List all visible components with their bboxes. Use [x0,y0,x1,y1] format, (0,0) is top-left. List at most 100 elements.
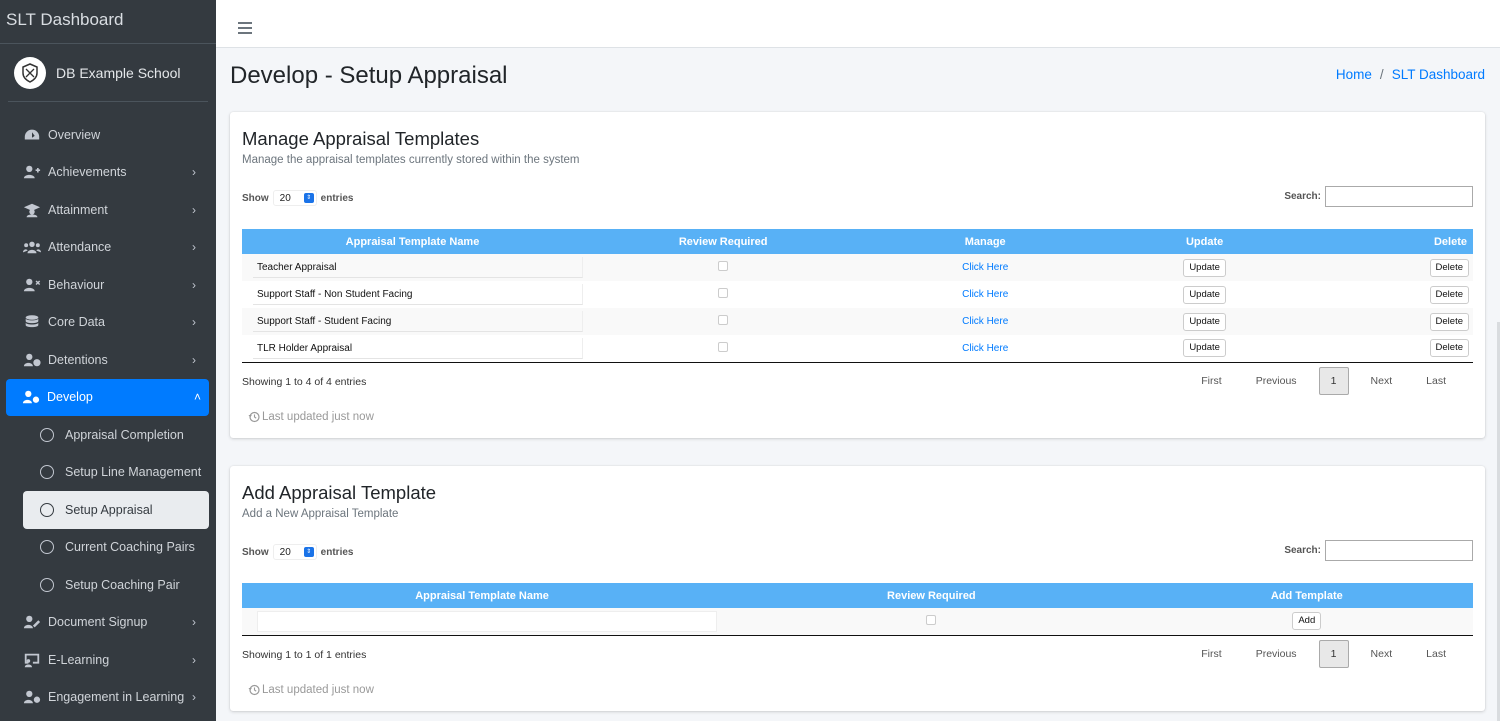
breadcrumb-slt-dashboard-link[interactable]: SLT Dashboard [1392,67,1485,82]
manage-link[interactable]: Click Here [962,343,1008,354]
column-header[interactable]: Review Required [722,583,1141,608]
pager-previous[interactable]: Previous [1239,648,1314,660]
review-required-checkbox[interactable] [718,341,729,352]
add-button[interactable]: Add [1292,612,1322,631]
brand-title[interactable]: SLT Dashboard [0,0,216,44]
circle-icon [40,465,54,480]
review-required-checkbox[interactable] [926,614,937,625]
column-header[interactable]: Review Required [583,229,864,254]
sidebar: SLT Dashboard DB Example School Overview… [0,0,216,721]
delete-button[interactable]: Delete [1429,312,1469,331]
sidebar-item-behaviour[interactable]: Behaviour › [0,266,210,304]
pager-previous[interactable]: Previous [1239,375,1314,387]
last-updated-text: Last updated just now [262,410,374,423]
subnav-current-coaching-pairs[interactable]: Current Coaching Pairs [0,529,209,567]
entries-select[interactable]: 20 ⇕ [272,190,317,206]
column-header[interactable]: Delete [1302,229,1473,254]
table-header-row: Appraisal Template Name Review Required … [242,229,1473,254]
pager-next[interactable]: Next [1354,375,1410,387]
pagination: First Previous 1 Next Last [1184,366,1463,395]
sidebar-item-develop[interactable]: Develop ˄ [6,378,209,416]
template-name-field[interactable]: TLR Holder Appraisal [253,337,583,359]
sidebar-item-detentions[interactable]: Detentions › [0,341,210,379]
sidebar-item-attendance[interactable]: Attendance › [0,229,210,267]
review-required-checkbox[interactable] [718,315,729,325]
user-clock-icon [22,352,42,368]
column-header[interactable]: Manage [863,229,1108,254]
entries-label: entries [320,546,354,558]
subnav-label: Setup Appraisal [65,502,153,517]
card-subtitle: Add a New Appraisal Template [242,508,399,520]
user-plus-icon [22,164,42,180]
sidebar-item-label: Attainment [48,202,108,217]
review-required-checkbox[interactable] [718,288,729,298]
entries-select[interactable]: 20 ⇕ [272,544,317,560]
pager-next[interactable]: Next [1354,648,1410,660]
subnav-setup-coaching-pair[interactable]: Setup Coaching Pair [0,566,209,604]
chevron-up-icon: ˄ [193,390,201,405]
breadcrumb-separator: / [1379,67,1384,82]
user-times-icon [22,277,42,293]
chevron-right-icon: › [192,615,196,630]
manage-link[interactable]: Click Here [962,316,1008,327]
update-button[interactable]: Update [1183,339,1226,358]
pager-first[interactable]: First [1184,648,1238,660]
table-footer: Showing 1 to 1 of 1 entries First Previo… [242,638,1473,670]
review-required-checkbox[interactable] [718,261,729,271]
column-header[interactable]: Update [1107,229,1303,254]
sidebar-item-document-signup[interactable]: Document Signup › [0,604,210,642]
pager-current-page[interactable]: 1 [1318,639,1349,668]
sidebar-item-core-data[interactable]: Core Data › [0,304,210,342]
sidebar-item-e-learning[interactable]: E-Learning › [0,641,210,679]
show-label: Show [242,546,269,558]
sidebar-item-engagement[interactable]: Engagement in Learning › [0,679,210,717]
card-title: Manage Appraisal Templates [242,128,480,149]
user-panel[interactable]: DB Example School [8,44,208,102]
chevron-right-icon: › [192,165,196,180]
top-navbar [216,0,1500,48]
manage-link[interactable]: Click Here [962,289,1008,300]
subnav-setup-line-management[interactable]: Setup Line Management [0,454,209,492]
delete-button[interactable]: Delete [1429,285,1469,304]
manage-link[interactable]: Click Here [962,262,1008,273]
chevron-right-icon: › [192,690,196,705]
card-subtitle: Manage the appraisal templates currently… [242,154,580,166]
school-crest-icon [14,56,46,89]
table-footer: Showing 1 to 4 of 4 entries First Previo… [242,365,1473,397]
column-header[interactable]: Appraisal Template Name [242,229,583,254]
sidebar-item-label: Engagement in Learning [48,690,185,705]
pager-current-page[interactable]: 1 [1318,366,1349,395]
pager-first[interactable]: First [1184,375,1238,387]
table-row: TLR Holder Appraisal Click Here Update D… [242,335,1473,362]
history-icon [248,684,260,695]
subnav-appraisal-completion[interactable]: Appraisal Completion [0,416,209,454]
pager-last[interactable]: Last [1409,648,1463,660]
search-filter: Search: [1284,186,1473,207]
breadcrumb-home-link[interactable]: Home [1336,67,1372,82]
column-header[interactable]: Add Template [1140,583,1473,608]
subnav-setup-appraisal[interactable]: Setup Appraisal [23,491,209,529]
template-name-field[interactable]: Teacher Appraisal [253,257,583,278]
update-button[interactable]: Update [1183,258,1226,277]
sidebar-item-overview[interactable]: Overview [0,116,210,154]
sidebar-item-achievements[interactable]: Achievements › [0,154,210,192]
update-button[interactable]: Update [1183,312,1226,331]
sidebar-item-label: Attendance [48,240,112,255]
update-button[interactable]: Update [1183,285,1226,304]
template-name-field[interactable]: Support Staff - Non Student Facing [253,284,583,305]
entries-length: Show 20 ⇕ entries [242,190,353,206]
sidebar-item-attainment[interactable]: Attainment › [0,191,210,229]
search-input[interactable] [1325,186,1473,207]
template-name-field[interactable]: Support Staff - Student Facing [253,311,583,332]
search-input[interactable] [1325,540,1473,561]
table-row: Add [242,608,1473,635]
delete-button[interactable]: Delete [1429,258,1469,277]
delete-button[interactable]: Delete [1429,339,1469,358]
sidebar-item-label: Core Data [48,315,105,330]
sidebar-item-label: Behaviour [48,277,105,292]
menu-toggle-icon[interactable] [238,22,252,34]
history-icon [248,411,260,422]
pager-last[interactable]: Last [1409,375,1463,387]
column-header[interactable]: Appraisal Template Name [242,583,723,608]
new-template-name-input[interactable] [257,610,717,632]
